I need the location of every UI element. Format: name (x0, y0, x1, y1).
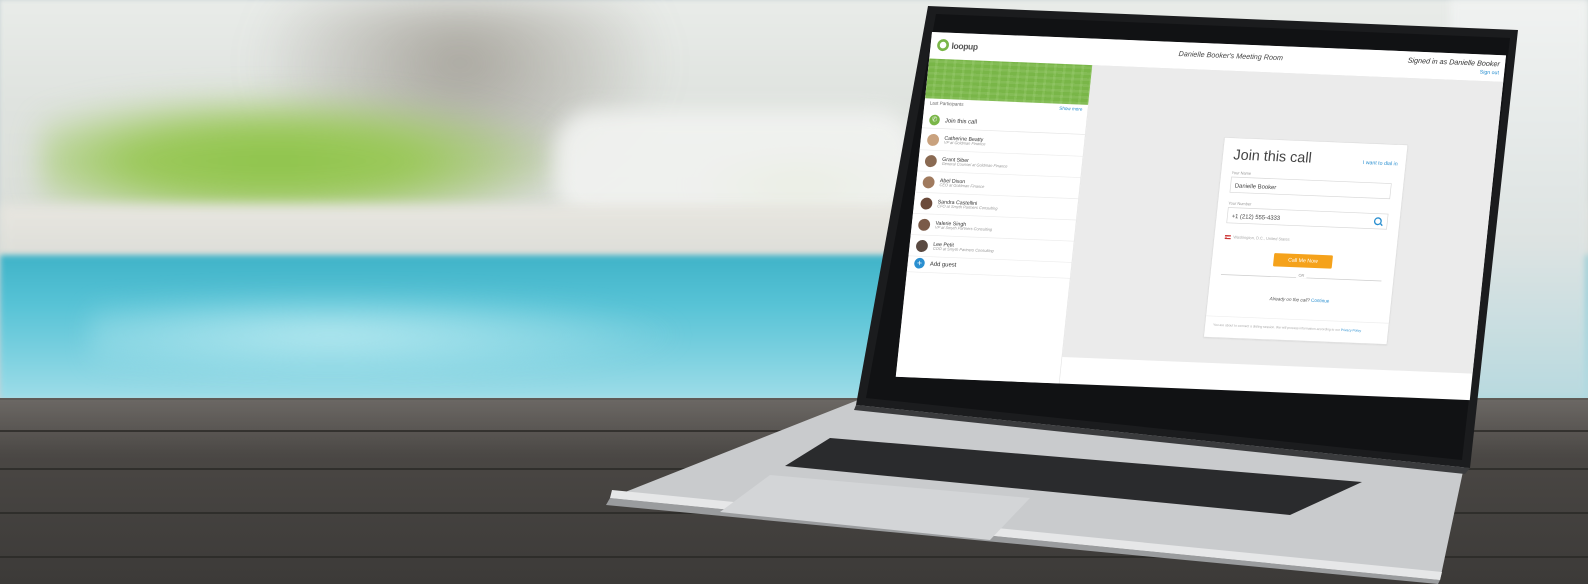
avatar (919, 197, 933, 210)
laptop-screen: loopup Danielle Booker's Meeting Room Si… (0, 0, 1588, 584)
phone-icon: ✆ (928, 114, 941, 126)
phone-number-input[interactable]: +1 (212) 555-4333 (1226, 207, 1389, 230)
avatar (922, 175, 936, 189)
already-text: Already on the call? (1269, 296, 1310, 304)
phone-number-value: +1 (212) 555-4333 (1231, 212, 1281, 222)
avatar (926, 133, 940, 146)
participants-header: Last Participants (929, 101, 964, 108)
number-label: Your Number (1228, 201, 1252, 207)
already-on-call: Already on the call? Continue (1208, 294, 1391, 306)
participants-sidebar: Last Participants Show more ✆ Join this … (895, 58, 1093, 384)
avatar (917, 218, 931, 231)
avatar (924, 154, 938, 168)
dial-in-link[interactable]: I want to dial in (1363, 159, 1398, 166)
privacy-policy-link[interactable]: Privacy Policy (1341, 328, 1362, 333)
join-call-card: Join this call I want to dial in Your Na… (1203, 137, 1409, 345)
add-guest-label: Add guest (929, 260, 957, 269)
continue-link[interactable]: Continue (1311, 298, 1330, 303)
plus-icon: + (913, 257, 926, 269)
search-icon[interactable] (1373, 217, 1383, 226)
signed-in-label: Signed in as Danielle Booker (1407, 56, 1501, 69)
footer-text: You are about to connect a dialing sessi… (1212, 323, 1341, 333)
location-line: Washington, D.C., United States (1224, 235, 1290, 243)
card-footer: You are about to connect a dialing sessi… (1203, 315, 1389, 345)
meeting-room-title: Danielle Booker's Meeting Room (1178, 50, 1284, 63)
sidebar-banner (925, 58, 1093, 105)
call-me-now-button[interactable]: Call Me Now (1272, 253, 1334, 269)
sign-out-link[interactable]: Sign out (1479, 69, 1499, 76)
us-flag-icon (1224, 235, 1231, 240)
main-panel: Join this call I want to dial in Your Na… (1062, 65, 1504, 374)
photo-scene: loopup Danielle Booker's Meeting Room Si… (0, 0, 1588, 584)
join-call-label: Join this call (944, 117, 978, 126)
participant-list: Catherine Beatty VP at Goldman Finance Gr… (908, 128, 1085, 263)
card-title: Join this call (1232, 146, 1313, 166)
loopup-logo[interactable]: loopup (936, 38, 979, 53)
participant-role: CEO at Goldman Finance (939, 183, 985, 190)
screen-viewport: loopup Danielle Booker's Meeting Room Si… (895, 32, 1507, 401)
name-label: Your Name (1231, 171, 1252, 177)
footer-note: You are about to connect a dialing sessi… (1213, 323, 1362, 333)
logo-text: loopup (951, 40, 979, 52)
location-text: Washington, D.C., United States (1233, 235, 1290, 243)
show-more-link[interactable]: Show more (1059, 106, 1083, 112)
avatar (915, 239, 929, 252)
name-input[interactable]: Danielle Booker (1229, 176, 1392, 200)
participant-role: VP at Goldman Finance (943, 141, 986, 147)
loopup-logo-icon (936, 38, 950, 52)
or-label: OR (1295, 273, 1307, 279)
